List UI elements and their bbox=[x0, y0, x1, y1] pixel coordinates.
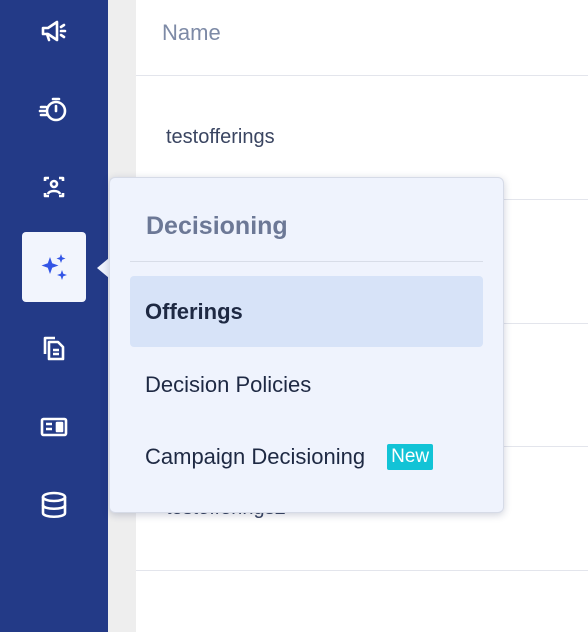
menu-item-decision-policies[interactable]: Decision Policies bbox=[130, 349, 483, 420]
sparkles-icon bbox=[41, 254, 67, 280]
menu-item-campaign-decisioning[interactable]: Campaign Decisioning New bbox=[130, 421, 483, 492]
name-column-header[interactable]: Name bbox=[162, 20, 221, 46]
profile-card-icon bbox=[43, 176, 65, 198]
sidebar-item-content-cards[interactable] bbox=[22, 392, 86, 462]
documents-icon bbox=[43, 336, 65, 361]
menu-item-label: Decision Policies bbox=[145, 371, 312, 397]
megaphone-icon bbox=[41, 20, 67, 42]
content-card-icon bbox=[40, 417, 68, 437]
sidebar-item-decisioning[interactable] bbox=[22, 232, 86, 302]
sidebar-item-campaigns[interactable] bbox=[22, 0, 86, 66]
table-header: Name bbox=[136, 0, 588, 76]
left-nav-sidebar bbox=[0, 0, 108, 632]
menu-item-offerings[interactable]: Offerings bbox=[130, 276, 483, 347]
decisioning-flyout-menu: Decisioning Offerings Decision Policies … bbox=[109, 177, 504, 513]
stopwatch-icon bbox=[38, 97, 67, 122]
sidebar-item-data[interactable] bbox=[22, 470, 86, 540]
sidebar-item-journeys[interactable] bbox=[22, 74, 86, 144]
menu-item-label: Campaign Decisioning bbox=[145, 443, 366, 469]
sidebar-item-profiles[interactable] bbox=[22, 152, 86, 222]
flyout-title: Decisioning bbox=[146, 212, 288, 240]
database-icon bbox=[41, 491, 67, 519]
flyout-divider bbox=[130, 261, 483, 262]
menu-item-label: Offerings bbox=[145, 298, 243, 324]
row-name[interactable]: testofferings bbox=[166, 126, 275, 149]
popover-arrow bbox=[97, 258, 109, 278]
sidebar-item-content[interactable] bbox=[22, 312, 86, 382]
new-badge: New bbox=[387, 443, 434, 470]
